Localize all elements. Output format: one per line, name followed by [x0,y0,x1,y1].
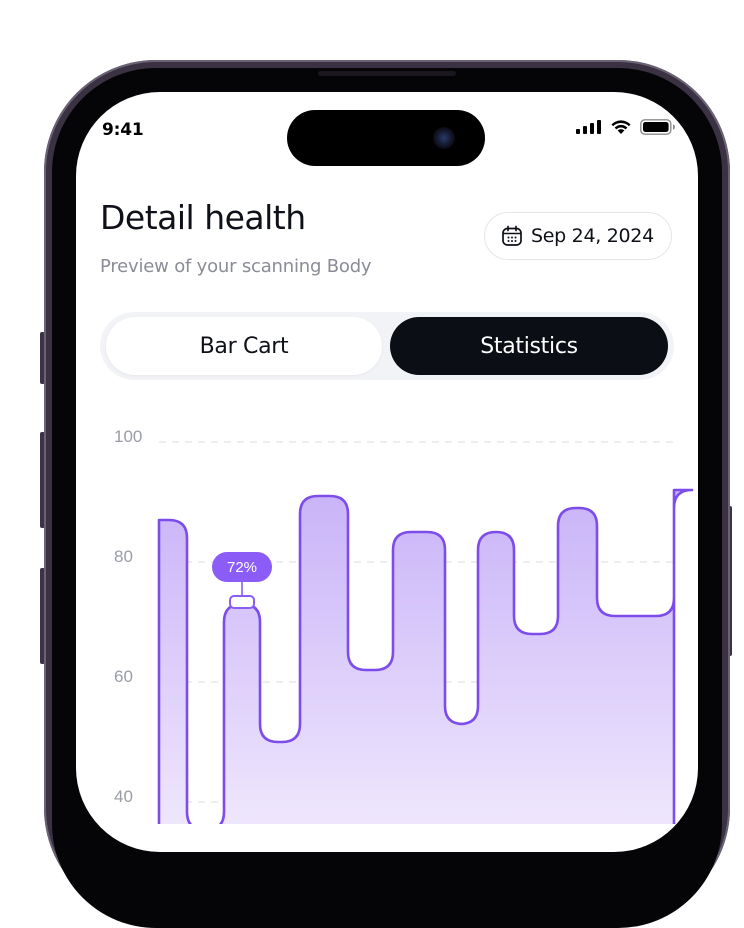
y-tick-label: 80 [114,547,133,566]
calendar-icon [502,225,522,246]
cellular-signal-icon [576,120,601,134]
status-time: 9:41 [102,120,144,140]
speaker-grille [318,71,456,76]
y-tick-label: 60 [114,667,133,686]
tooltip-value: 72% [227,559,257,576]
dynamic-island [287,110,485,166]
series-area [159,490,692,824]
page-subtitle: Preview of your scanning Body [100,256,372,277]
date-picker-button[interactable]: Sep 24, 2024 [484,212,672,260]
date-label: Sep 24, 2024 [531,225,654,247]
health-statistics-chart: 100 80 60 40 72% [114,427,694,824]
tooltip-marker[interactable] [229,595,255,609]
y-tick-label: 40 [114,787,133,806]
status-icons [576,119,676,135]
battery-icon [640,119,675,135]
front-camera-icon [433,127,455,149]
wifi-icon [611,120,631,134]
y-tick-label: 100 [114,427,142,446]
page-title: Detail health [100,198,306,237]
